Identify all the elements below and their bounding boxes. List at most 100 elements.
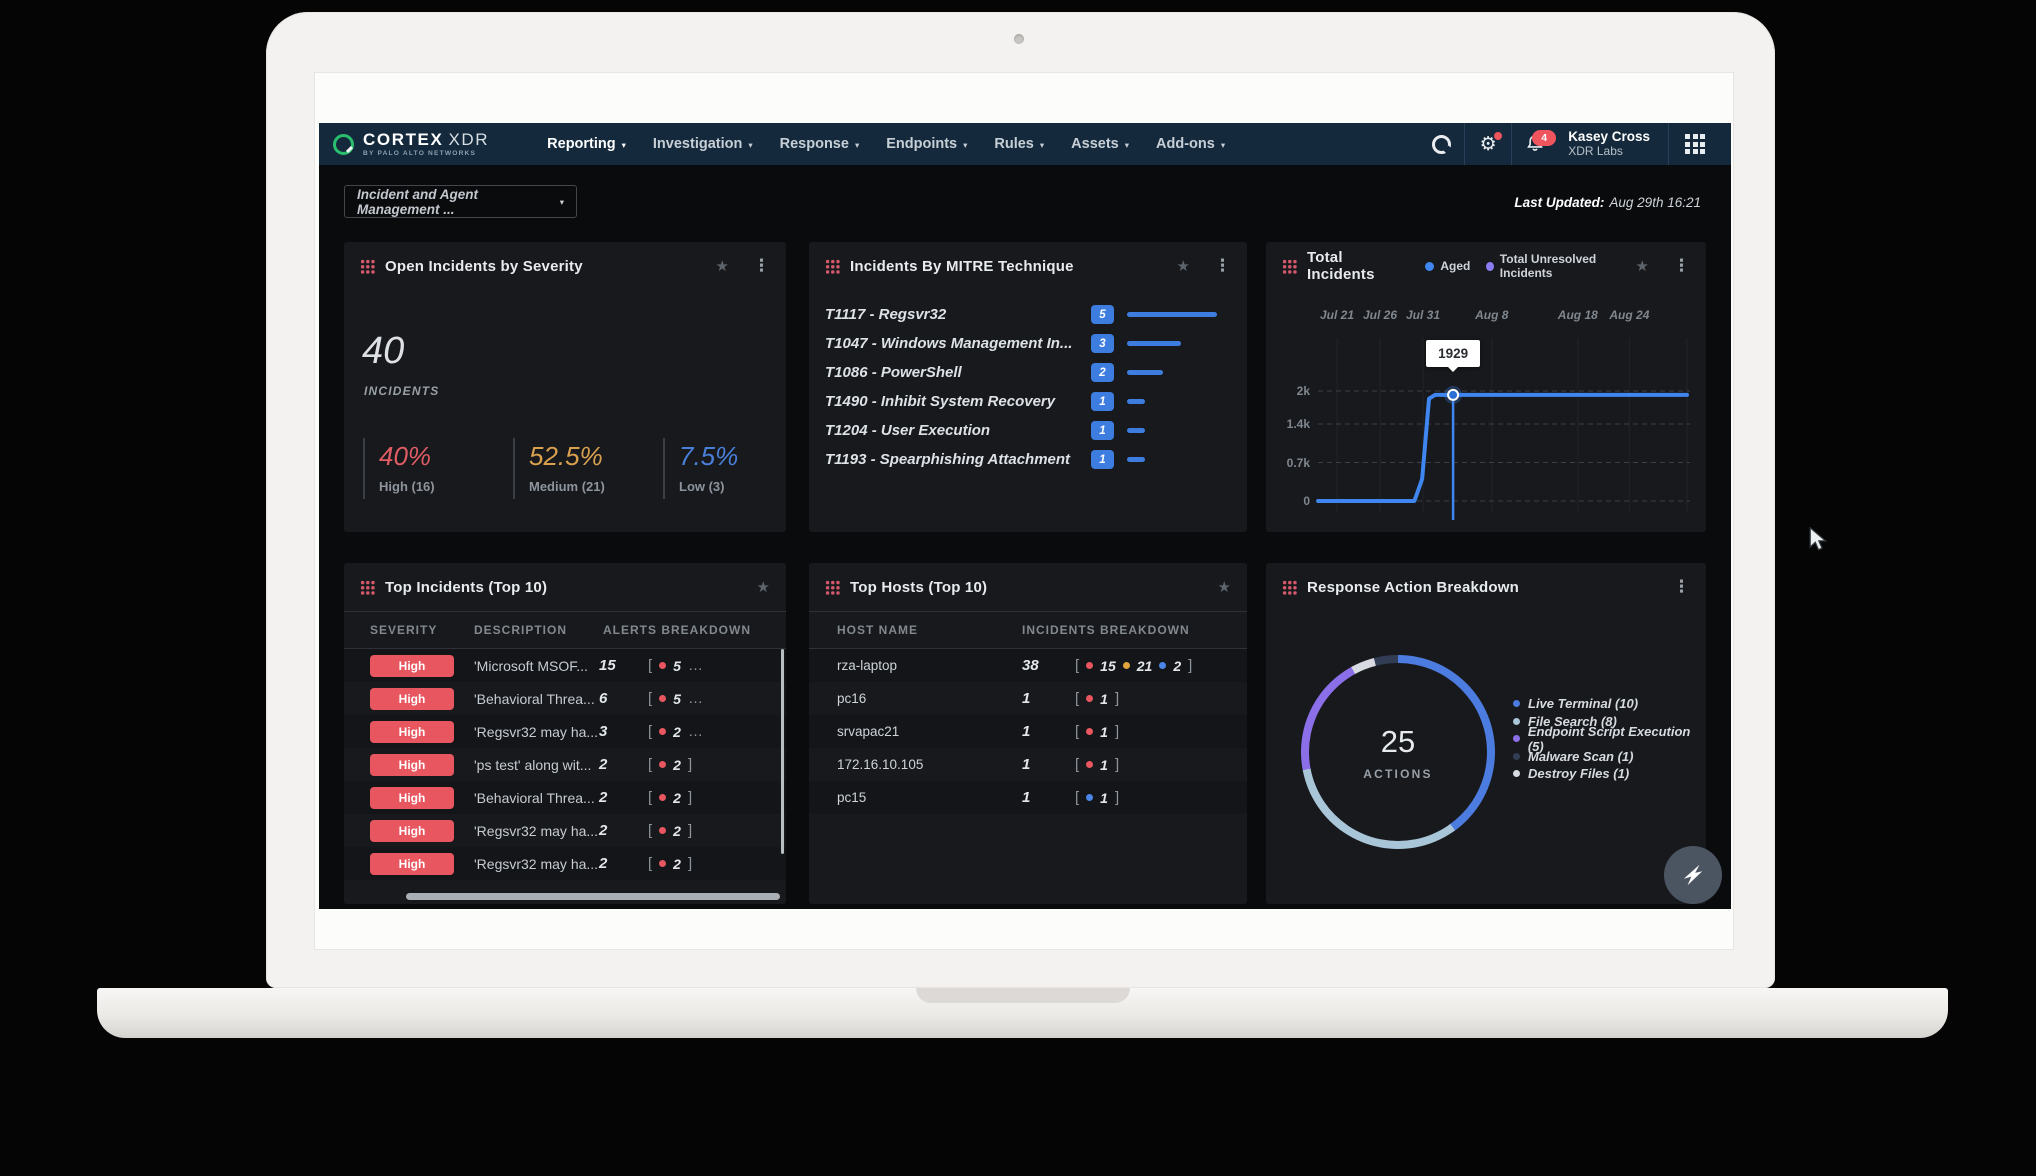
- cortex-query-button[interactable]: [1418, 123, 1464, 165]
- nav-item-endpoints[interactable]: Endpoints▾: [886, 136, 967, 152]
- mitre-row[interactable]: T1490 - Inhibit System Recovery1: [809, 387, 1247, 416]
- star-icon[interactable]: ★: [1218, 578, 1231, 596]
- widget-open-incidents: Open Incidents by Severity ★ ⋮ 40 INCIDE…: [344, 242, 786, 532]
- kebab-menu-icon[interactable]: ⋮: [1214, 256, 1231, 276]
- severity-stats: 40% High (16) 52.5% Medium (21) 7.5% Low…: [363, 438, 813, 499]
- table-row[interactable]: rza-laptop 38 [15212]: [809, 649, 1247, 682]
- alert-dot: [659, 827, 666, 834]
- divider: [1668, 123, 1669, 165]
- legend-item[interactable]: Live Terminal (10): [1513, 697, 1706, 711]
- stat-high[interactable]: 40% High (16): [363, 438, 499, 499]
- legend-dot: [1513, 718, 1520, 725]
- count-badge: 1: [1091, 450, 1114, 469]
- widget-grid-icon: [1282, 580, 1297, 595]
- table-header: SEVERITY DESCRIPTION ALERTS BREAKDOWN: [344, 611, 786, 649]
- widget-title: Incidents By MITRE Technique: [850, 258, 1074, 275]
- chevron-down-icon: ▾: [1125, 140, 1129, 151]
- star-icon[interactable]: ★: [716, 257, 729, 275]
- table-row[interactable]: srvapac21 1 [1]: [809, 715, 1247, 748]
- widget-top-hosts: Top Hosts (Top 10) ★ HOST NAME INCIDENTS…: [809, 563, 1247, 904]
- chevron-down-icon: ▾: [1040, 140, 1044, 151]
- stat-medium[interactable]: 52.5% Medium (21): [513, 438, 649, 499]
- table-row[interactable]: pc16 1 [1]: [809, 682, 1247, 715]
- nav-item-assets[interactable]: Assets▾: [1071, 136, 1129, 152]
- laptop-shell: CORTEXXDR BY PALO ALTO NETWORKS Reportin…: [266, 12, 1775, 988]
- laptop-display: CORTEXXDR BY PALO ALTO NETWORKS Reportin…: [314, 72, 1734, 950]
- donut-legend: Live Terminal (10) File Search (8) Endpo…: [1513, 697, 1706, 781]
- severity-badge: High: [370, 721, 454, 743]
- table-row[interactable]: pc15 1 [1]: [809, 781, 1247, 814]
- response-donut-chart[interactable]: 25 ACTIONS: [1301, 655, 1495, 849]
- stat-low[interactable]: 7.5% Low (3): [663, 438, 799, 499]
- star-icon[interactable]: ★: [1636, 257, 1649, 275]
- nav-menu: Reporting▾ Investigation▾ Response▾ Endp…: [547, 136, 1225, 152]
- table-row[interactable]: 172.16.10.105 1 [1]: [809, 748, 1247, 781]
- cortex-xdr-dashboard: CORTEXXDR BY PALO ALTO NETWORKS Reportin…: [319, 123, 1731, 909]
- widget-title: Response Action Breakdown: [1307, 579, 1519, 596]
- kebab-menu-icon[interactable]: ⋮: [753, 256, 770, 276]
- table-row[interactable]: High 'Regsvr32 may ha... 3 [2…: [344, 715, 786, 748]
- user-name: Kasey Cross: [1568, 129, 1650, 145]
- legend-item[interactable]: Endpoint Script Execution (5): [1513, 732, 1706, 746]
- legend-item[interactable]: Malware Scan (1): [1513, 750, 1706, 764]
- star-icon[interactable]: ★: [1177, 257, 1190, 275]
- actions-total-label: ACTIONS: [1363, 767, 1432, 781]
- nav-item-investigation[interactable]: Investigation▾: [653, 136, 753, 152]
- chevron-down-icon: ▾: [1221, 140, 1225, 151]
- widget-title: Top Hosts (Top 10): [850, 579, 987, 596]
- widget-response-actions: Response Action Breakdown ⋮ 25 ACTIONS L…: [1266, 563, 1706, 904]
- feedback-button[interactable]: [1664, 846, 1722, 904]
- legend-item[interactable]: Destroy Files (1): [1513, 767, 1706, 781]
- table-row[interactable]: High 'Behavioral Threa... 6 [5…: [344, 682, 786, 715]
- value-bar: [1127, 370, 1163, 375]
- nav-item-addons[interactable]: Add-ons▾: [1156, 136, 1225, 152]
- mitre-row[interactable]: T1204 - User Execution1: [809, 416, 1247, 445]
- legend-dot: [1513, 753, 1520, 760]
- brand-logo[interactable]: CORTEXXDR BY PALO ALTO NETWORKS: [333, 131, 489, 158]
- kebab-menu-icon[interactable]: ⋮: [1673, 577, 1690, 597]
- widget-mitre-technique: Incidents By MITRE Technique ★ ⋮ T1117 -…: [809, 242, 1247, 532]
- notifications-button[interactable]: 4: [1512, 123, 1558, 165]
- table-row[interactable]: High 'Regsvr32 may ha... 2 [2]: [344, 814, 786, 847]
- nav-item-reporting[interactable]: Reporting▾: [547, 136, 626, 152]
- brand-title: CORTEXXDR: [363, 131, 489, 148]
- nav-item-rules[interactable]: Rules▾: [994, 136, 1044, 152]
- legend-dot: [1513, 700, 1520, 707]
- table-row[interactable]: High 'ps test' along wit... 2 [2]: [344, 748, 786, 781]
- incidents-table: High 'Microsoft MSOF... 15 [5… High 'Beh…: [344, 649, 786, 880]
- severity-badge: High: [370, 688, 454, 710]
- mitre-row[interactable]: T1117 - Regsvr325: [809, 300, 1247, 329]
- incident-dot: [1123, 662, 1130, 669]
- vertical-scrollbar[interactable]: [781, 649, 784, 854]
- mitre-row[interactable]: T1193 - Spearphishing Attachment1: [809, 445, 1247, 474]
- nav-item-response[interactable]: Response▾: [780, 136, 860, 152]
- widget-title: Total Incidents: [1307, 249, 1401, 283]
- count-badge: 5: [1091, 305, 1114, 324]
- brand-tagline: BY PALO ALTO NETWORKS: [363, 151, 489, 158]
- severity-badge: High: [370, 655, 454, 677]
- kebab-menu-icon[interactable]: ⋮: [1673, 256, 1690, 276]
- value-bar: [1127, 399, 1145, 404]
- apps-grid-icon[interactable]: [1685, 134, 1705, 154]
- table-row[interactable]: High 'Behavioral Threa... 2 [2]: [344, 781, 786, 814]
- user-menu[interactable]: Kasey Cross XDR Labs: [1568, 129, 1650, 158]
- legend-dot: [1513, 770, 1520, 777]
- value-bar: [1127, 457, 1145, 462]
- mitre-row[interactable]: T1047 - Windows Management In...3: [809, 329, 1247, 358]
- settings-button[interactable]: ⚙: [1465, 123, 1511, 165]
- mitre-row[interactable]: T1086 - PowerShell2: [809, 358, 1247, 387]
- count-badge: 2: [1091, 363, 1114, 382]
- chart-legend: Aged Total Unresolved Incidents: [1425, 252, 1625, 280]
- chevron-down-icon: ▾: [748, 140, 752, 151]
- dashboard-select[interactable]: Incident and Agent Management ... ▾: [344, 185, 577, 218]
- incident-dot: [1086, 794, 1093, 801]
- star-icon[interactable]: ★: [757, 578, 770, 596]
- alert-dot: [659, 860, 666, 867]
- value-bar: [1127, 312, 1217, 317]
- horizontal-scrollbar[interactable]: [406, 893, 780, 900]
- chevron-down-icon: ▾: [963, 140, 967, 151]
- alert-dot: [659, 662, 666, 669]
- table-row[interactable]: High 'Microsoft MSOF... 15 [5…: [344, 649, 786, 682]
- table-row[interactable]: High 'Regsvr32 may ha... 2 [2]: [344, 847, 786, 880]
- chevron-down-icon: ▾: [622, 140, 626, 151]
